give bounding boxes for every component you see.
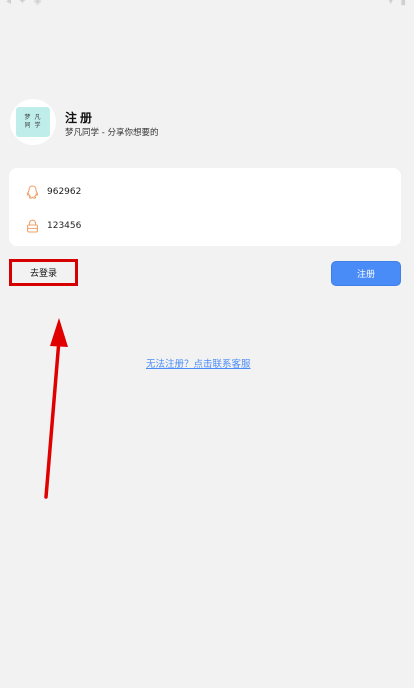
logo-caption: · · · · · [28,137,38,141]
annotation-arrow [44,318,68,499]
account-field[interactable]: 962962 [9,177,401,207]
password-field[interactable]: 123456 [9,211,401,241]
password-input[interactable]: 123456 [47,221,81,231]
account-input[interactable]: 962962 [47,187,81,197]
logo-text-line2: 同 学 [24,122,42,129]
register-button[interactable]: 注册 [331,261,401,286]
status-icons-right: ▾ ▮ [388,0,408,7]
page-title: 注册 [65,111,96,125]
logo-mark: 梦 凡 同 学 [16,107,50,137]
logo-text-line1: 梦 凡 [24,114,42,121]
app-logo: 梦 凡 同 学 · · · · · [10,99,56,145]
page-subtitle: 梦凡同学 - 分享你想要的 [65,128,159,138]
register-form-card: 962962 123456 [9,168,401,246]
status-bar: ◂ ✦ ◈ ▾ ▮ [0,0,414,10]
lock-icon [25,219,39,233]
go-login-button[interactable]: 去登录 [9,259,78,286]
status-icons-left: ◂ ✦ ◈ [6,0,44,7]
contact-support-link[interactable]: 无法注册？点击联系客服 [146,356,251,370]
qq-penguin-icon [25,185,39,199]
